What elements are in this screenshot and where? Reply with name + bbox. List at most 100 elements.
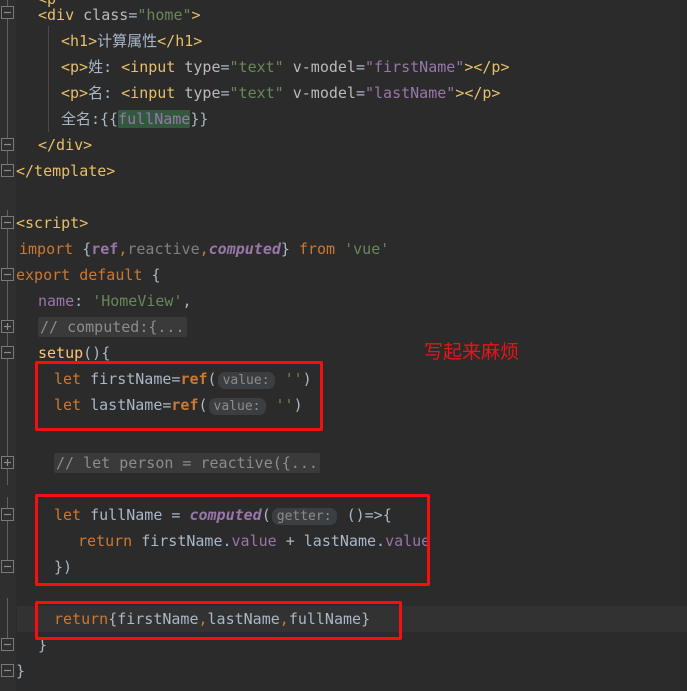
- fold-collapse-icon[interactable]: [1, 164, 14, 177]
- code-token: return: [54, 610, 109, 628]
- code-line-div-close[interactable]: </div>: [16, 132, 92, 158]
- code-token: firstName: [81, 370, 172, 388]
- code-token: </div>: [38, 136, 93, 154]
- folded-region-chip[interactable]: // computed:{...: [38, 317, 187, 337]
- code-token: }): [54, 558, 73, 576]
- code-line-export-close[interactable]: }: [16, 658, 25, 684]
- code-token: fullName: [288, 610, 362, 628]
- fold-rail: [7, 598, 8, 638]
- code-token: firstName: [132, 532, 223, 550]
- code-token: type: [184, 84, 221, 102]
- fold-collapse-icon[interactable]: [1, 638, 14, 651]
- code-token: ,: [182, 292, 192, 310]
- code-token: ref: [180, 370, 208, 388]
- code-token: =: [128, 6, 138, 24]
- code-content[interactable]: <p<div class="home"><h1>计算属性</h1><p>姓: <…: [16, 0, 687, 691]
- code-token: 姓:: [88, 58, 122, 76]
- code-token: computed: [189, 506, 262, 524]
- code-line-folded-computed[interactable]: // computed:{...: [16, 314, 187, 340]
- code-token: +: [276, 532, 304, 550]
- code-token: let: [54, 370, 82, 388]
- code-line-name[interactable]: name: 'HomeView',: [16, 288, 192, 314]
- code-token: ,: [198, 610, 208, 628]
- code-token: fullName: [81, 506, 172, 524]
- code-token: lastName: [81, 396, 163, 414]
- code-token: 名:: [88, 84, 122, 102]
- editor-gutter[interactable]: [0, 0, 17, 691]
- code-token: <input: [121, 58, 185, 76]
- code-token: .: [376, 532, 386, 550]
- code-line-p-first[interactable]: <p>姓: <input type="text" v-model="firstN…: [16, 54, 510, 80]
- code-token: '': [284, 370, 303, 388]
- code-line-firstname[interactable]: let firstName=ref(value: ''): [16, 366, 312, 392]
- code-line-export-default[interactable]: export default {: [16, 262, 161, 288]
- code-token: ()=>{: [337, 506, 392, 524]
- fold-expand-icon[interactable]: [1, 320, 14, 333]
- fold-collapse-icon[interactable]: [1, 508, 14, 521]
- code-token: "firstName": [365, 58, 465, 76]
- fold-collapse-icon[interactable]: [1, 560, 14, 573]
- fold-collapse-icon[interactable]: [1, 268, 14, 281]
- code-line-script-open[interactable]: <script>: [16, 210, 88, 236]
- indent-guide: [48, 26, 49, 132]
- code-token: import: [19, 240, 74, 258]
- code-token: "lastName": [365, 84, 456, 102]
- code-token: ref: [171, 396, 199, 414]
- code-token: computed: [208, 240, 281, 258]
- code-token: (: [198, 396, 208, 414]
- code-line-return-object[interactable]: return{firstName,lastName,fullName}: [16, 606, 370, 632]
- code-line-lastname[interactable]: let lastName=ref(value: ''): [16, 392, 303, 418]
- code-token: value: [385, 532, 431, 550]
- code-line-setup-close[interactable]: }: [16, 632, 47, 658]
- code-token: </p>: [464, 84, 501, 102]
- fold-collapse-icon[interactable]: [1, 664, 14, 677]
- inlay-parameter-hint: getter:: [271, 508, 337, 525]
- fold-collapse-icon[interactable]: [1, 346, 14, 359]
- code-token: (){: [83, 344, 111, 362]
- code-line-folded-person[interactable]: // let person = reactive({...: [16, 450, 320, 476]
- code-token: firstName: [117, 610, 199, 628]
- code-line-template-close[interactable]: </template>: [16, 158, 115, 184]
- code-token: v-model: [292, 58, 356, 76]
- code-token: '': [275, 396, 294, 414]
- code-line-setup[interactable]: setup(){: [16, 340, 110, 366]
- code-token: </template>: [16, 162, 116, 180]
- code-token: =: [220, 84, 230, 102]
- code-token: 计算属性: [97, 32, 158, 50]
- code-token: <p>: [61, 84, 89, 102]
- code-token: let: [54, 396, 82, 414]
- code-line-import[interactable]: import {ref,reactive,computed} from 'vue…: [16, 236, 389, 262]
- code-token: from: [298, 240, 336, 258]
- code-line-div-open[interactable]: <div class="home">: [16, 2, 201, 28]
- code-token: ): [302, 370, 312, 388]
- code-editor[interactable]: <p<div class="home"><h1>计算属性</h1><p>姓: <…: [0, 0, 687, 691]
- code-token: value: [231, 532, 277, 550]
- code-token: (: [261, 506, 271, 524]
- fold-collapse-icon[interactable]: [1, 138, 14, 151]
- code-line-fullname-computed[interactable]: let fullName = computed(getter: ()=>{: [16, 502, 392, 528]
- code-token: {: [108, 610, 118, 628]
- code-line-fullname-interp[interactable]: 全名:{{fullName}}: [16, 106, 208, 132]
- fold-expand-icon[interactable]: [1, 456, 14, 469]
- inlay-parameter-hint: value:: [217, 372, 275, 389]
- code-token: =: [220, 58, 230, 76]
- code-token: 'HomeView': [92, 292, 183, 310]
- code-line-computed-close[interactable]: }): [16, 554, 72, 580]
- code-line-return-concat[interactable]: return firstName.value + lastName.value: [16, 528, 430, 554]
- code-line-h1[interactable]: <h1>计算属性</h1>: [16, 28, 202, 54]
- code-token: :: [74, 292, 93, 310]
- fold-collapse-icon[interactable]: [1, 216, 14, 229]
- code-token: export default: [16, 266, 143, 284]
- code-line-p-last[interactable]: <p>名: <input type="text" v-model="lastNa…: [16, 80, 500, 106]
- code-token: reactive: [127, 240, 200, 258]
- code-token: .: [222, 532, 232, 550]
- folded-region-chip[interactable]: // let person = reactive({...: [54, 453, 320, 473]
- code-token: 'vue': [344, 240, 390, 258]
- fold-collapse-icon[interactable]: [1, 6, 14, 19]
- code-token: }}: [190, 110, 209, 128]
- code-token: ,: [279, 610, 289, 628]
